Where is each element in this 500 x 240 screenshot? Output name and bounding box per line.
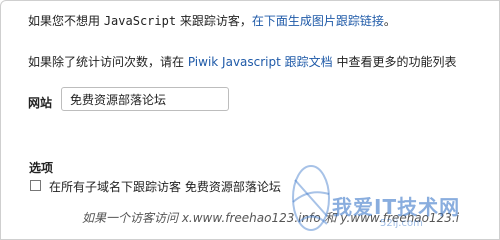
info-line-2-suffix: 中查看更多的功能列表	[332, 55, 457, 69]
subdomain-tracking-label[interactable]: 在所有子域名下跟踪访客 免费资源部落论坛	[49, 178, 281, 195]
globe-icon	[292, 165, 330, 231]
site-select-input[interactable]	[61, 87, 229, 111]
info-line-1-suffix: 。	[383, 14, 396, 28]
site-label: 网站	[28, 96, 53, 110]
watermark-subtext: 52ij.com	[380, 218, 423, 229]
info-line-1-prefix: 如果您不想用	[28, 14, 104, 28]
piwik-docs-link[interactable]: Piwik Javascript 跟踪文档	[188, 55, 333, 69]
image-tracking-link[interactable]: 在下面生成图片跟踪链接	[252, 14, 384, 28]
options-heading: 选项	[29, 161, 54, 175]
info-line-2-prefix: 如果除了统计访问次数，请在	[28, 55, 188, 69]
javascript-code: JavaScript	[103, 14, 177, 28]
watermark-text: 我爱IT技术网	[332, 195, 461, 219]
info-line-2: 如果除了统计访问次数，请在 Piwik Javascript 跟踪文档 中查看更…	[28, 53, 456, 70]
subdomain-tracking-checkbox[interactable]	[30, 180, 41, 191]
info-line-1-middle: 来跟踪访客，	[176, 14, 252, 28]
info-line-1: 如果您不想用 JavaScript 来跟踪访客，在下面生成图片跟踪链接。	[28, 12, 396, 29]
